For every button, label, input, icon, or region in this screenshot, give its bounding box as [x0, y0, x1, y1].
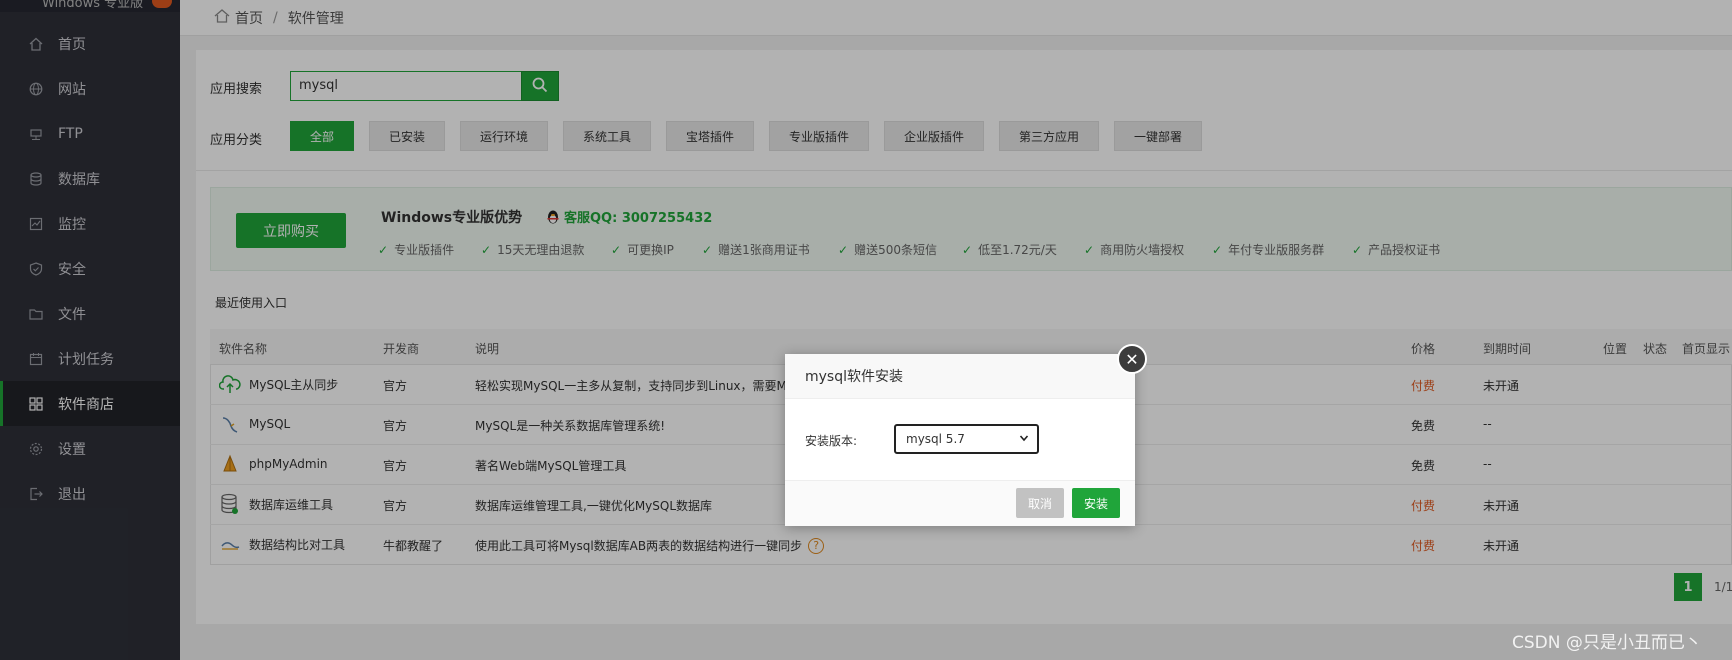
cancel-button[interactable]: 取消: [1016, 488, 1064, 518]
install-button[interactable]: 安装: [1072, 488, 1120, 518]
version-label: 安装版本:: [805, 434, 858, 448]
watermark: CSDN @只是小丑而已丶: [1512, 633, 1702, 653]
version-select-value: mysql 5.7: [906, 432, 965, 446]
version-select[interactable]: mysql 5.7: [894, 424, 1039, 454]
dialog-title: mysql软件安装: [785, 354, 1135, 399]
close-icon[interactable]: ✕: [1117, 344, 1147, 374]
chevron-down-icon: [1019, 433, 1029, 446]
modal-overlay[interactable]: [0, 0, 1732, 660]
